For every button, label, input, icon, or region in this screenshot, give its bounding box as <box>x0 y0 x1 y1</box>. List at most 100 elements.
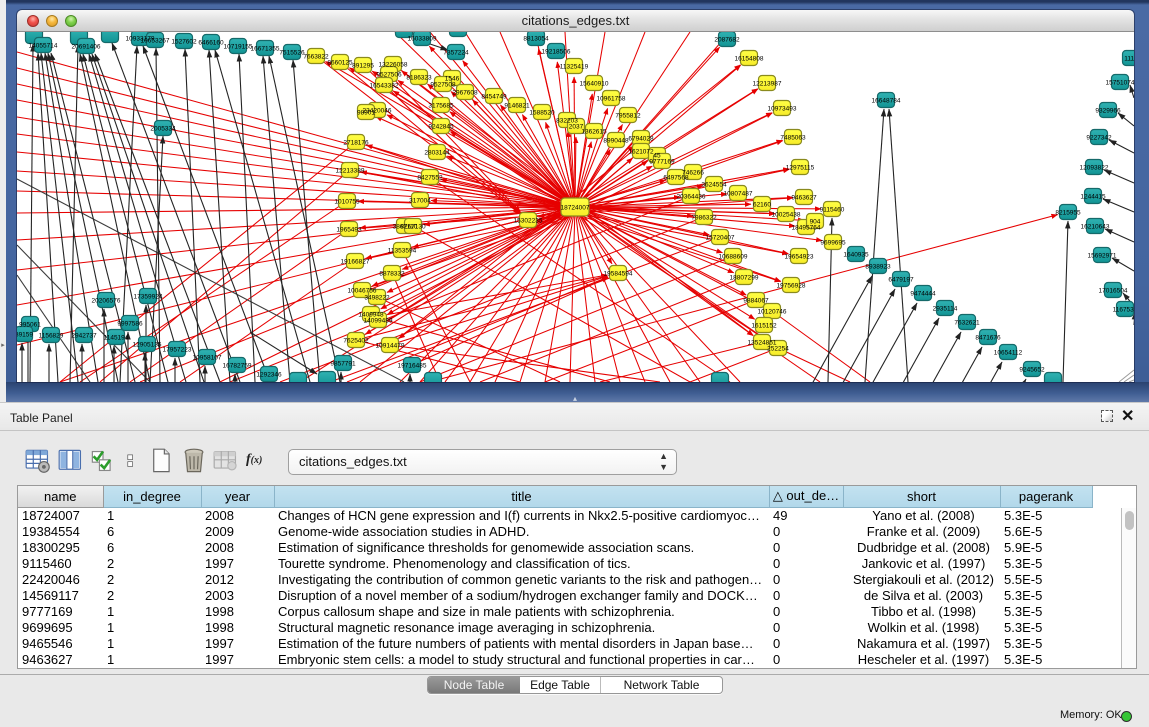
svg-text:6794028: 6794028 <box>628 136 654 143</box>
svg-text:9777169: 9777169 <box>649 159 675 166</box>
svg-text:9699695: 9699695 <box>820 240 846 247</box>
svg-text:18495764: 18495764 <box>792 225 821 232</box>
svg-text:8427552: 8427552 <box>417 175 443 182</box>
svg-text:16782759: 16782759 <box>223 363 252 370</box>
svg-text:20691406: 20691406 <box>72 44 101 51</box>
svg-text:8813054: 8813054 <box>523 36 549 43</box>
svg-text:891295: 891295 <box>352 63 374 70</box>
svg-text:1621072: 1621072 <box>628 149 654 156</box>
svg-text:2718176: 2718176 <box>343 140 369 147</box>
svg-text:10961758: 10961758 <box>597 96 626 103</box>
svg-text:19654923: 19654923 <box>785 254 814 261</box>
svg-text:17359924: 17359924 <box>134 294 163 301</box>
svg-text:10719155: 10719155 <box>224 44 253 51</box>
svg-text:9474444: 9474444 <box>910 291 936 298</box>
svg-text:62160: 62160 <box>753 202 771 209</box>
svg-text:10025438: 10025438 <box>772 212 801 219</box>
svg-text:20206576: 20206576 <box>92 298 121 305</box>
svg-text:10046756: 10046756 <box>348 288 377 295</box>
svg-text:7663822: 7663822 <box>303 54 329 61</box>
svg-text:1588520: 1588520 <box>529 110 555 117</box>
svg-text:1362615: 1362615 <box>581 129 607 136</box>
svg-text:9227342: 9227342 <box>1086 135 1112 142</box>
svg-text:9527506: 9527506 <box>376 72 402 79</box>
svg-text:6479197: 6479197 <box>888 277 914 284</box>
svg-text:9242845: 9242845 <box>428 124 454 131</box>
svg-text:7515526: 7515526 <box>279 50 305 57</box>
svg-text:1527602: 1527602 <box>171 39 197 46</box>
svg-text:2967608: 2967608 <box>452 90 478 97</box>
svg-text:8990448: 8990448 <box>603 138 629 145</box>
svg-text:10914479: 10914479 <box>376 343 405 350</box>
svg-text:7632621: 7632621 <box>954 320 980 327</box>
svg-text:746266: 746266 <box>682 170 704 177</box>
svg-text:13226058: 13226058 <box>379 62 408 69</box>
svg-text:8471676: 8471676 <box>975 335 1001 342</box>
svg-text:16671355: 16671355 <box>251 46 280 53</box>
svg-text:16543382: 16543382 <box>370 83 399 90</box>
svg-text:8267130: 8267130 <box>400 224 426 231</box>
svg-text:2942737: 2942737 <box>71 333 97 340</box>
svg-text:7986322: 7986322 <box>691 215 717 222</box>
svg-text:6466160: 6466160 <box>198 40 224 47</box>
svg-text:2935114: 2935114 <box>933 306 958 313</box>
svg-text:11325419: 11325419 <box>560 64 589 71</box>
svg-text:1965493: 1965493 <box>336 227 362 234</box>
svg-text:15751074: 15751074 <box>1106 80 1134 87</box>
svg-text:1167533: 1167533 <box>1113 307 1134 314</box>
svg-text:1244415: 1244415 <box>1080 194 1106 201</box>
svg-text:20364436: 20364436 <box>677 194 706 201</box>
svg-text:10807487: 10807487 <box>724 191 753 198</box>
svg-text:9115460: 9115460 <box>820 207 845 214</box>
svg-text:1145194: 1145194 <box>104 335 129 342</box>
svg-text:15720407: 15720407 <box>706 235 735 242</box>
svg-text:11353594: 11353594 <box>388 248 417 255</box>
svg-text:2087682: 2087682 <box>714 37 740 44</box>
svg-text:8454749: 8454749 <box>481 94 507 101</box>
svg-text:10688609: 10688609 <box>719 254 748 261</box>
svg-text:1010755: 1010755 <box>334 199 360 206</box>
svg-text:17016504: 17016504 <box>1099 288 1128 295</box>
svg-text:12905135: 12905135 <box>133 342 162 349</box>
svg-text:8938923: 8938923 <box>865 264 891 271</box>
svg-text:2803144: 2803144 <box>424 150 450 157</box>
svg-text:3624554: 3624554 <box>701 182 727 189</box>
svg-text:9329966: 9329966 <box>1095 108 1121 115</box>
svg-text:317004: 317004 <box>409 198 431 205</box>
svg-text:19716485: 19716485 <box>398 363 427 370</box>
svg-text:904: 904 <box>810 219 821 226</box>
svg-text:3498222: 3498222 <box>364 295 390 302</box>
svg-text:39159: 39159 <box>17 332 33 339</box>
svg-text:9463627: 9463627 <box>791 195 817 202</box>
svg-text:7955812: 7955812 <box>615 113 641 120</box>
svg-text:2005334: 2005334 <box>150 126 176 133</box>
svg-text:17957223: 17957223 <box>163 347 192 354</box>
svg-text:1615152: 1615152 <box>751 323 777 330</box>
svg-text:16210643: 16210643 <box>1081 224 1110 231</box>
svg-text:9146821: 9146821 <box>504 103 530 110</box>
svg-text:15692971: 15692971 <box>1088 253 1117 260</box>
svg-text:1292346: 1292346 <box>256 372 282 379</box>
svg-text:9245652: 9245652 <box>1019 367 1045 374</box>
svg-text:9997586: 9997586 <box>117 321 143 328</box>
svg-text:16033809: 16033809 <box>408 36 437 43</box>
svg-text:12213389: 12213389 <box>336 168 365 175</box>
svg-text:10653267: 10653267 <box>141 38 170 45</box>
svg-text:1112: 1112 <box>1124 56 1134 63</box>
svg-text:2037: 2037 <box>569 124 584 131</box>
svg-text:16154808: 16154808 <box>735 56 764 63</box>
svg-text:8215955: 8215955 <box>1055 210 1081 217</box>
svg-text:12975115: 12975115 <box>786 165 815 172</box>
svg-text:19584594: 19584594 <box>604 271 633 278</box>
svg-text:14099489: 14099489 <box>364 318 393 325</box>
svg-text:252254: 252254 <box>767 346 789 353</box>
svg-text:19218506: 19218506 <box>542 49 571 56</box>
svg-text:14055714: 14055714 <box>29 43 58 50</box>
svg-text:995061: 995061 <box>19 322 41 329</box>
svg-text:7357224: 7357224 <box>443 50 469 57</box>
svg-text:12093822: 12093822 <box>1080 165 1109 172</box>
svg-text:15640910: 15640910 <box>580 81 609 88</box>
svg-text:9857791: 9857791 <box>330 361 356 368</box>
svg-text:9884067: 9884067 <box>743 298 769 305</box>
svg-text:10654112: 10654112 <box>994 350 1023 357</box>
